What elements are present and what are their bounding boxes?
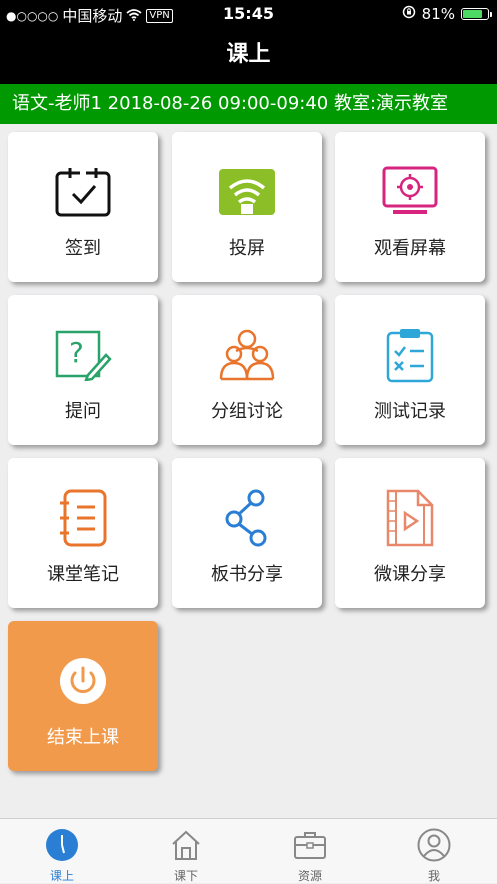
tab-label: 课上: [49, 869, 74, 883]
calendar-check-icon: [53, 162, 113, 222]
video-file-icon: [380, 488, 440, 548]
share-nodes-icon: [217, 488, 277, 548]
micro-lesson-share-tile[interactable]: 微课分享: [335, 458, 485, 608]
briefcase-icon: [248, 823, 372, 867]
tile-label: 提问: [65, 401, 101, 422]
question-tile[interactable]: ? 提问: [8, 295, 158, 445]
tab-resources[interactable]: 资源: [248, 819, 372, 884]
monitor-target-icon: [380, 162, 440, 222]
checkin-tile[interactable]: 签到: [8, 132, 158, 282]
tab-label: 课下: [173, 869, 198, 883]
tile-label: 结束上课: [47, 727, 119, 748]
tile-label: 分组讨论: [211, 401, 283, 422]
test-record-tile[interactable]: 测试记录: [335, 295, 485, 445]
tile-label: 板书分享: [211, 564, 283, 585]
tile-label: 课堂笔记: [47, 564, 119, 585]
group-discussion-tile[interactable]: 分组讨论: [172, 295, 322, 445]
tile-label: 投屏: [229, 238, 265, 259]
rotation-lock-icon: [402, 5, 416, 23]
tab-label: 我: [427, 869, 440, 883]
user-icon: [372, 823, 496, 867]
clock-icon: [0, 823, 124, 867]
lesson-info-bar: 语文-老师1 2018-08-26 09:00-09:40 教室:演示教室: [0, 84, 497, 124]
notebook-icon: [53, 488, 113, 548]
tab-in-class[interactable]: 课上: [0, 819, 124, 884]
home-icon: [124, 823, 248, 867]
board-share-tile[interactable]: 板书分享: [172, 458, 322, 608]
svg-text:?: ?: [69, 336, 84, 369]
cast-screen-tile[interactable]: 投屏: [172, 132, 322, 282]
tile-label: 签到: [65, 238, 101, 259]
question-pencil-icon: ?: [53, 325, 113, 385]
group-people-icon: [217, 325, 277, 385]
tile-label: 测试记录: [374, 401, 446, 422]
clipboard-check-icon: [380, 325, 440, 385]
tile-label: 微课分享: [374, 564, 446, 585]
page-title: 课上: [0, 28, 497, 84]
cast-screen-icon: [217, 162, 277, 222]
tab-after-class[interactable]: 课下: [124, 819, 248, 884]
end-class-tile[interactable]: 结束上课: [8, 621, 158, 771]
battery-icon: [461, 8, 492, 20]
tab-me[interactable]: 我: [372, 819, 496, 884]
power-icon: [53, 651, 113, 711]
tab-bar: 课上 课下 资源 我: [0, 818, 497, 883]
tab-label: 资源: [297, 869, 322, 883]
class-notes-tile[interactable]: 课堂笔记: [8, 458, 158, 608]
battery-percent: 81%: [421, 5, 455, 23]
tile-label: 观看屏幕: [374, 238, 446, 259]
status-bar: ●○○○○ 中国移动 VPN 15:45 81%: [0, 0, 497, 28]
watch-screen-tile[interactable]: 观看屏幕: [335, 132, 485, 282]
